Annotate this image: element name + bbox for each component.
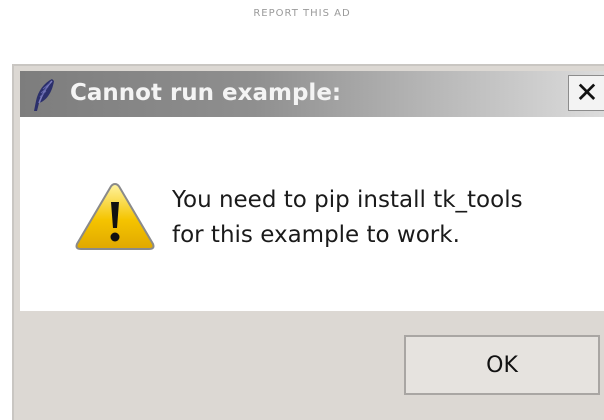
dialog-content: You need to pip install tk_tools for thi… (20, 117, 604, 311)
dialog-title: Cannot run example: (70, 80, 342, 106)
message-line: for this example to work. (172, 222, 460, 248)
dialog-titlebar[interactable]: Cannot run example: ✕ (20, 71, 604, 117)
close-icon: ✕ (575, 76, 599, 109)
report-ad-link[interactable]: REPORT THIS AD (0, 8, 604, 19)
error-dialog: Cannot run example: ✕ You need to pip in… (12, 64, 604, 420)
dialog-message: You need to pip install tk_tools for thi… (172, 183, 523, 253)
feather-icon (34, 79, 54, 111)
warning-icon (75, 182, 155, 250)
ok-button[interactable]: OK (404, 335, 600, 395)
message-line: You need to pip install tk_tools (172, 187, 523, 213)
page: REPORT THIS AD Cannot run example: ✕ You… (0, 0, 604, 420)
close-button[interactable]: ✕ (568, 75, 604, 111)
